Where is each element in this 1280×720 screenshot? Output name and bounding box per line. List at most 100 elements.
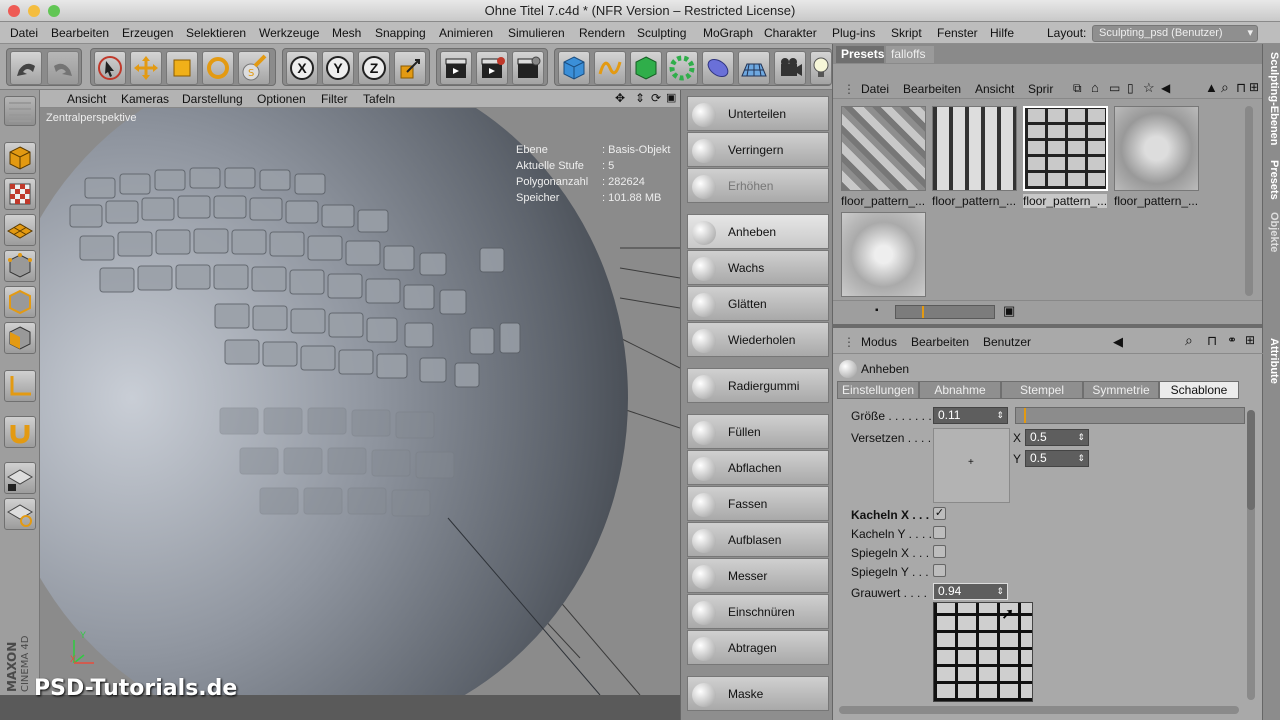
axis-mode-button[interactable] [4,370,36,402]
menu-erzeugen[interactable]: Erzeugen [122,26,173,40]
model-mode-button[interactable] [4,142,36,174]
lock-icon[interactable]: ⊓ [1236,80,1246,96]
spline-button[interactable] [594,51,626,85]
attribute-scrollbar[interactable] [1247,410,1255,700]
sculpt-tool-messer-button[interactable]: Messer [687,558,829,593]
viewport-maximize-icon[interactable]: ▣ [666,91,676,104]
tab-einstellungen[interactable]: Einstellungen [837,381,919,399]
sidetab-objekte[interactable]: Objekte [1264,212,1280,252]
snapping-button[interactable] [4,416,36,448]
home-icon[interactable]: ⌂ [1091,80,1099,95]
move-tool-button[interactable] [130,51,162,85]
presets-scrollbar[interactable] [1245,106,1253,296]
thumbnail-size-slider[interactable] [895,305,995,319]
camera-button[interactable] [774,51,806,85]
z-axis-lock-button[interactable]: Z [358,51,390,85]
render-settings-button[interactable] [512,51,544,85]
tab-falloffs[interactable]: falloffs [886,46,934,63]
texture-mode-button[interactable] [4,178,36,210]
workplane-modes-button[interactable] [4,498,36,530]
menu-bearbeiten[interactable]: Bearbeiten [51,26,109,40]
live-selection-button[interactable] [94,51,126,85]
redo-button[interactable] [47,51,79,85]
presets-menu-ansicht[interactable]: Ansicht [975,82,1014,96]
cube-object-button[interactable] [558,51,590,85]
menu-animieren[interactable]: Animieren [439,26,493,40]
edges-mode-button[interactable] [4,286,36,318]
versetzen-offset-pad[interactable]: + [933,428,1010,503]
lock-icon[interactable]: ⊓ [1207,333,1217,349]
sculpt-tool-fassen-button[interactable]: Fassen [687,486,829,521]
viewport-move-icon[interactable]: ✥ [615,91,625,105]
minimize-window-button[interactable] [28,5,40,17]
array-button[interactable] [666,51,698,85]
menu-mesh[interactable]: Mesh [332,26,361,40]
star-icon[interactable]: ☆ [1143,80,1155,96]
workplane-mode-button[interactable] [4,214,36,246]
sculpt-tool-wachs-button[interactable]: Wachs [687,250,829,285]
attribute-scrollbar-thumb[interactable] [1247,410,1255,510]
book-icon[interactable]: ▯ [1127,81,1134,95]
preview-frame-icon[interactable]: ⧉ [1073,81,1082,96]
link-icon[interactable]: ⚭ [1227,333,1237,347]
sculpt-tool-einschnüren-button[interactable]: Einschnüren [687,594,829,629]
attr-menu-modus[interactable]: Modus [861,335,897,349]
menu-plugins[interactable]: Plug-ins [832,26,875,40]
stencil-image-preview[interactable] [933,602,1033,702]
stepper-arrows-icon[interactable]: ⇕ [1077,451,1085,466]
presets-menu-springen[interactable]: Sprir [1028,82,1053,96]
sculpt-tool-erhöhen-button[interactable]: Erhöhen [687,168,829,203]
layout-dropdown[interactable]: Sculpting_psd (Benutzer) ▾ [1092,25,1258,42]
groesse-slider-handle[interactable] [1024,408,1026,423]
stepper-arrows-icon[interactable]: ⇕ [996,408,1004,423]
stepper-arrows-icon[interactable]: ⇕ [996,584,1004,599]
sculpt-tool-abtragen-button[interactable]: Abtragen [687,630,829,665]
close-window-button[interactable] [8,5,20,17]
menu-werkzeuge[interactable]: Werkzeuge [259,26,319,40]
folder-icon[interactable]: ▭ [1109,81,1120,95]
sculpt-tool-füllen-button[interactable]: Füllen [687,414,829,449]
tab-schablone[interactable]: Schablone [1159,381,1239,399]
back-arrow-icon[interactable]: ◀ [1113,334,1123,350]
preset-thumb-4[interactable] [1114,106,1199,191]
viewport-menu-kameras[interactable]: Kameras [121,92,169,106]
sculpt-tool-anheben-button[interactable]: Anheben [687,214,829,249]
viewport-menu-tafeln[interactable]: Tafeln [363,92,395,106]
new-panel-icon[interactable]: ⊞ [1245,333,1255,347]
grauwert-input[interactable]: 0.94 ⇕ [933,583,1008,600]
versetzen-x-input[interactable]: 0.5 ⇕ [1025,429,1089,446]
viewport-zoom-icon[interactable]: ⇕ [635,91,645,105]
preset-thumb-1[interactable] [841,106,926,191]
groesse-slider[interactable] [1015,407,1245,424]
kacheln-x-checkbox[interactable]: ✓ [933,507,946,520]
coordinate-system-button[interactable] [394,51,426,85]
menu-simulieren[interactable]: Simulieren [508,26,565,40]
generator-button[interactable] [630,51,662,85]
presets-menu-bearbeiten[interactable]: Bearbeiten [903,82,961,96]
menu-sculpting[interactable]: Sculpting [637,26,686,40]
menu-fenster[interactable]: Fenster [937,26,978,40]
menu-charakter[interactable]: Charakter [764,26,817,40]
viewport-rotate-icon[interactable]: ⟳ [651,91,661,105]
slider-handle[interactable] [922,306,924,318]
menu-selektieren[interactable]: Selektieren [186,26,246,40]
stepper-arrows-icon[interactable]: ⇕ [1077,430,1085,445]
sidetab-sculpting-ebenen[interactable]: Sculpting-Ebenen [1264,52,1280,146]
mode-make-editable-button[interactable] [4,96,36,126]
x-axis-lock-button[interactable]: X [286,51,318,85]
search-icon[interactable]: ⌕ [1185,332,1193,349]
spiegeln-x-checkbox[interactable] [933,545,946,558]
tab-stempel[interactable]: Stempel [1001,381,1083,399]
y-axis-lock-button[interactable]: Y [322,51,354,85]
menu-skript[interactable]: Skript [891,26,922,40]
attr-menu-benutzer[interactable]: Benutzer [983,335,1031,349]
tab-abnahme[interactable]: Abnahme [919,381,1001,399]
sculpt-tool-wiederholen-button[interactable]: Wiederholen [687,322,829,357]
points-mode-button[interactable] [4,250,36,282]
workplane-lock-button[interactable] [4,462,36,494]
up-triangle-icon[interactable]: ▲ [1205,80,1218,95]
presets-menu-datei[interactable]: Datei [861,82,889,96]
sculpt-tool-radiergummi-button[interactable]: Radiergummi [687,368,829,403]
attribute-hscrollbar[interactable] [839,706,1239,714]
sculpt-brush-button[interactable]: S [238,51,270,85]
